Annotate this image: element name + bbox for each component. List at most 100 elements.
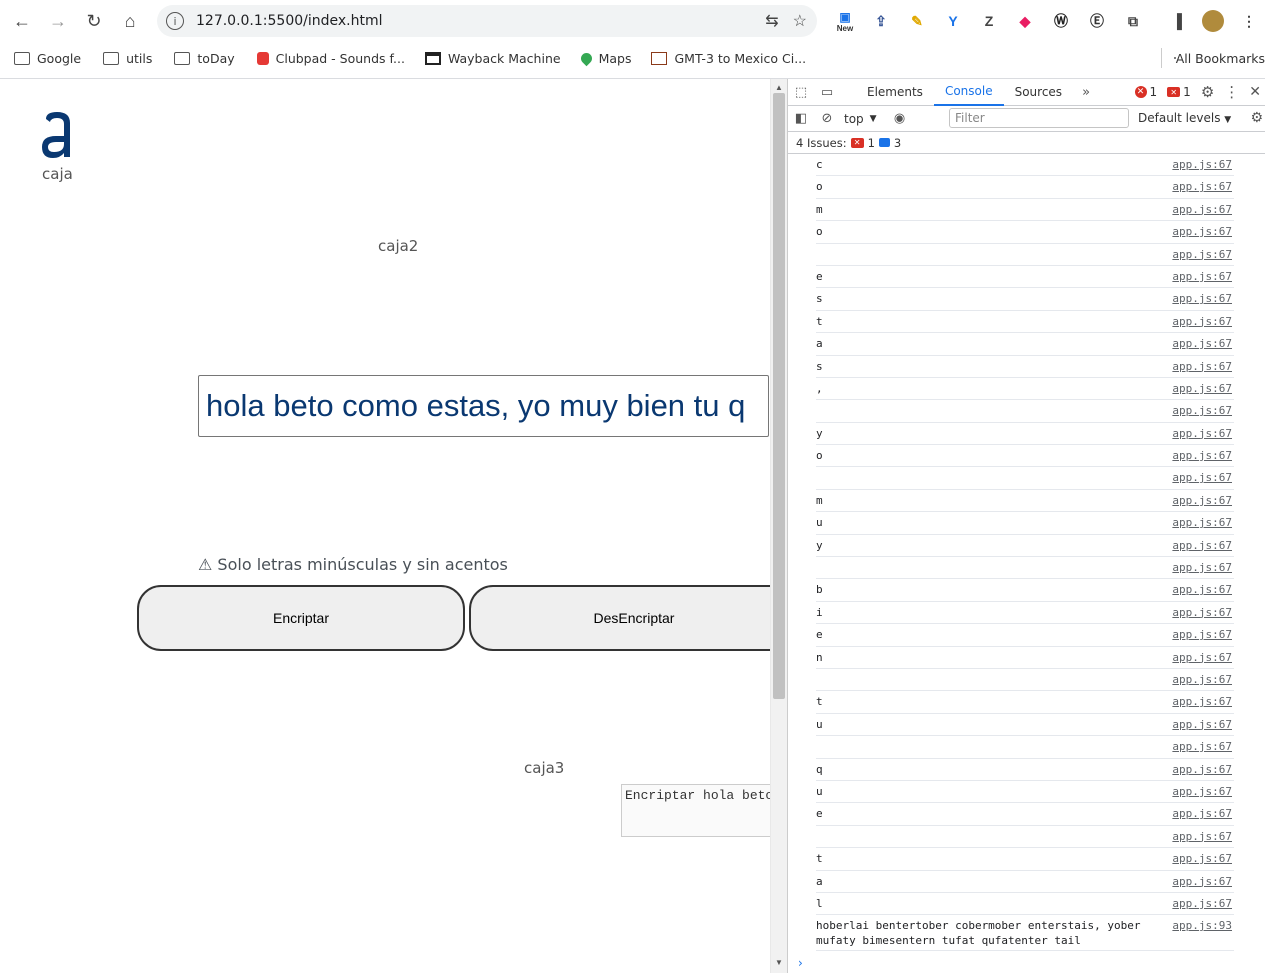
maps-icon xyxy=(578,50,594,66)
translate-icon[interactable]: ⇆ xyxy=(765,11,778,31)
console-filter-input[interactable]: Filter xyxy=(949,108,1129,128)
log-source-link[interactable]: app.js:67 xyxy=(1172,785,1232,798)
tab-sources[interactable]: Sources xyxy=(1004,79,1073,106)
log-source-link[interactable]: app.js:67 xyxy=(1172,852,1232,865)
log-source-link[interactable]: app.js:67 xyxy=(1172,180,1232,193)
w-extension-icon[interactable]: Ⓦ xyxy=(1048,8,1074,34)
bookmark-utils[interactable]: utils xyxy=(103,51,152,66)
issues-bar[interactable]: 4 Issues: ✕ 1 3 xyxy=(788,132,1265,154)
log-source-link[interactable]: app.js:67 xyxy=(1172,337,1232,350)
console-prompt-icon[interactable]: › xyxy=(798,956,803,970)
log-source-link[interactable]: app.js:67 xyxy=(1172,897,1232,910)
log-source-link[interactable]: app.js:67 xyxy=(1172,427,1232,440)
tab-console[interactable]: Console xyxy=(933,79,1004,106)
page-scrollbar[interactable]: ▲ ▼ xyxy=(770,79,787,973)
issue-info-icon xyxy=(878,138,890,147)
output-textarea[interactable]: Encriptar hola beto xyxy=(621,784,770,837)
devtools-menu-icon[interactable]: ⋮ xyxy=(1224,83,1239,101)
log-source-link[interactable]: app.js:67 xyxy=(1172,225,1232,238)
tab-elements[interactable]: Elements xyxy=(856,79,934,106)
site-info-icon[interactable]: i xyxy=(166,12,184,30)
upload-extension-icon[interactable]: ⇪ xyxy=(868,8,894,34)
log-source-link[interactable]: app.js:67 xyxy=(1172,158,1232,171)
log-source-link[interactable]: app.js:67 xyxy=(1172,807,1232,820)
sidebar-toggle-icon[interactable]: ◧ xyxy=(788,106,814,132)
log-source-link[interactable]: app.js:93 xyxy=(1172,919,1232,932)
new-extension-icon[interactable]: ▣ New xyxy=(832,8,858,34)
log-source-link[interactable]: app.js:67 xyxy=(1172,203,1232,216)
bookmark-wayback[interactable]: Wayback Machine xyxy=(424,51,561,66)
log-levels-dropdown[interactable]: Default levels ▼ xyxy=(1138,111,1231,125)
clear-console-icon[interactable]: ⊘ xyxy=(814,106,840,132)
log-source-link[interactable]: app.js:67 xyxy=(1172,315,1232,328)
folder-icon xyxy=(103,51,120,65)
log-source-link[interactable]: app.js:67 xyxy=(1172,270,1232,283)
log-source-link[interactable]: app.js:67 xyxy=(1172,360,1232,373)
log-source-link[interactable]: app.js:67 xyxy=(1172,718,1232,731)
z-extension-icon[interactable]: Z xyxy=(976,8,1002,34)
bookmark-timezone[interactable]: GMT-3 to Mexico Ci... xyxy=(651,51,806,66)
scroll-thumb[interactable] xyxy=(773,93,785,699)
yoast-extension-icon[interactable]: Y xyxy=(940,8,966,34)
close-icon[interactable]: ✕ xyxy=(1249,84,1261,100)
log-source-link[interactable]: app.js:67 xyxy=(1172,471,1232,484)
scroll-up-icon[interactable]: ▲ xyxy=(775,83,783,92)
context-selector[interactable]: top ▼ xyxy=(844,112,877,126)
log-source-link[interactable]: app.js:67 xyxy=(1172,382,1232,395)
log-source-link[interactable]: app.js:67 xyxy=(1172,539,1232,552)
log-source-link[interactable]: app.js:67 xyxy=(1172,651,1232,664)
scroll-down-icon[interactable]: ▼ xyxy=(775,958,783,967)
log-source-link[interactable]: app.js:67 xyxy=(1172,516,1232,529)
forward-icon[interactable]: → xyxy=(40,3,76,39)
bookmark-clubpad[interactable]: Clubpad - Sounds f... xyxy=(256,51,405,66)
back-icon[interactable]: ← xyxy=(4,3,40,39)
extensions-puzzle-icon[interactable]: ⧉ xyxy=(1120,8,1146,34)
log-message: t xyxy=(816,695,823,709)
e-extension-icon[interactable]: Ⓔ xyxy=(1084,8,1110,34)
log-source-link[interactable]: app.js:67 xyxy=(1172,763,1232,776)
reload-icon[interactable]: ↻ xyxy=(76,3,112,39)
log-source-link[interactable]: app.js:67 xyxy=(1172,404,1232,417)
avatar[interactable] xyxy=(1200,8,1226,34)
chevron-down-icon: ▼ xyxy=(869,113,877,124)
inspect-icon[interactable]: ⬚ xyxy=(788,79,814,105)
log-message: s xyxy=(816,359,823,373)
console-log-row: e app.js:67 xyxy=(816,266,1234,289)
log-source-link[interactable]: app.js:67 xyxy=(1172,494,1232,507)
broom-extension-icon[interactable]: ✎ xyxy=(904,8,930,34)
home-icon[interactable]: ⌂ xyxy=(112,3,148,39)
live-expression-eye-icon[interactable]: ◉ xyxy=(887,106,913,132)
log-source-link[interactable]: app.js:67 xyxy=(1172,695,1232,708)
log-source-link[interactable]: app.js:67 xyxy=(1172,830,1232,843)
bookmark-today[interactable]: toDay xyxy=(174,51,235,66)
message-input[interactable]: hola beto como estas, yo muy bien tu q xyxy=(198,375,769,437)
log-source-link[interactable]: app.js:67 xyxy=(1172,449,1232,462)
encrypt-button[interactable]: Encriptar xyxy=(137,585,465,651)
bookmark-star-icon[interactable]: ☆ xyxy=(793,11,807,31)
decrypt-button[interactable]: DesEncriptar xyxy=(469,585,770,651)
more-tabs-icon[interactable]: » xyxy=(1073,79,1099,105)
log-source-link[interactable]: app.js:67 xyxy=(1172,583,1232,596)
device-toolbar-icon[interactable]: ▭ xyxy=(814,79,840,105)
side-panel-icon[interactable]: ▐ xyxy=(1164,8,1190,34)
settings-gear-icon[interactable]: ⚙ xyxy=(1201,83,1214,101)
all-bookmarks[interactable]: All Bookmarks xyxy=(1160,48,1265,68)
console-log-row: hoberlai bentertober cobermober entersta… xyxy=(816,915,1234,952)
address-bar[interactable]: i 127.0.0.1:5500/index.html ⇆ ☆ xyxy=(157,5,817,37)
log-source-link[interactable]: app.js:67 xyxy=(1172,561,1232,574)
bookmark-maps[interactable]: Maps xyxy=(578,50,631,66)
issue-count-badge[interactable]: ✕ 1 xyxy=(1167,85,1191,99)
log-message: i xyxy=(816,605,823,619)
console-settings-icon[interactable]: ⚙ xyxy=(1250,110,1263,126)
log-source-link[interactable]: app.js:67 xyxy=(1172,248,1232,261)
bookmark-google[interactable]: Google xyxy=(14,51,81,66)
error-count-badge[interactable]: ✕ 1 xyxy=(1134,85,1157,99)
log-source-link[interactable]: app.js:67 xyxy=(1172,628,1232,641)
log-source-link[interactable]: app.js:67 xyxy=(1172,875,1232,888)
color-extension-icon[interactable]: ◆ xyxy=(1012,8,1038,34)
log-source-link[interactable]: app.js:67 xyxy=(1172,292,1232,305)
log-source-link[interactable]: app.js:67 xyxy=(1172,606,1232,619)
browser-menu-icon[interactable]: ⋮ xyxy=(1236,8,1262,34)
log-source-link[interactable]: app.js:67 xyxy=(1172,740,1232,753)
log-source-link[interactable]: app.js:67 xyxy=(1172,673,1232,686)
